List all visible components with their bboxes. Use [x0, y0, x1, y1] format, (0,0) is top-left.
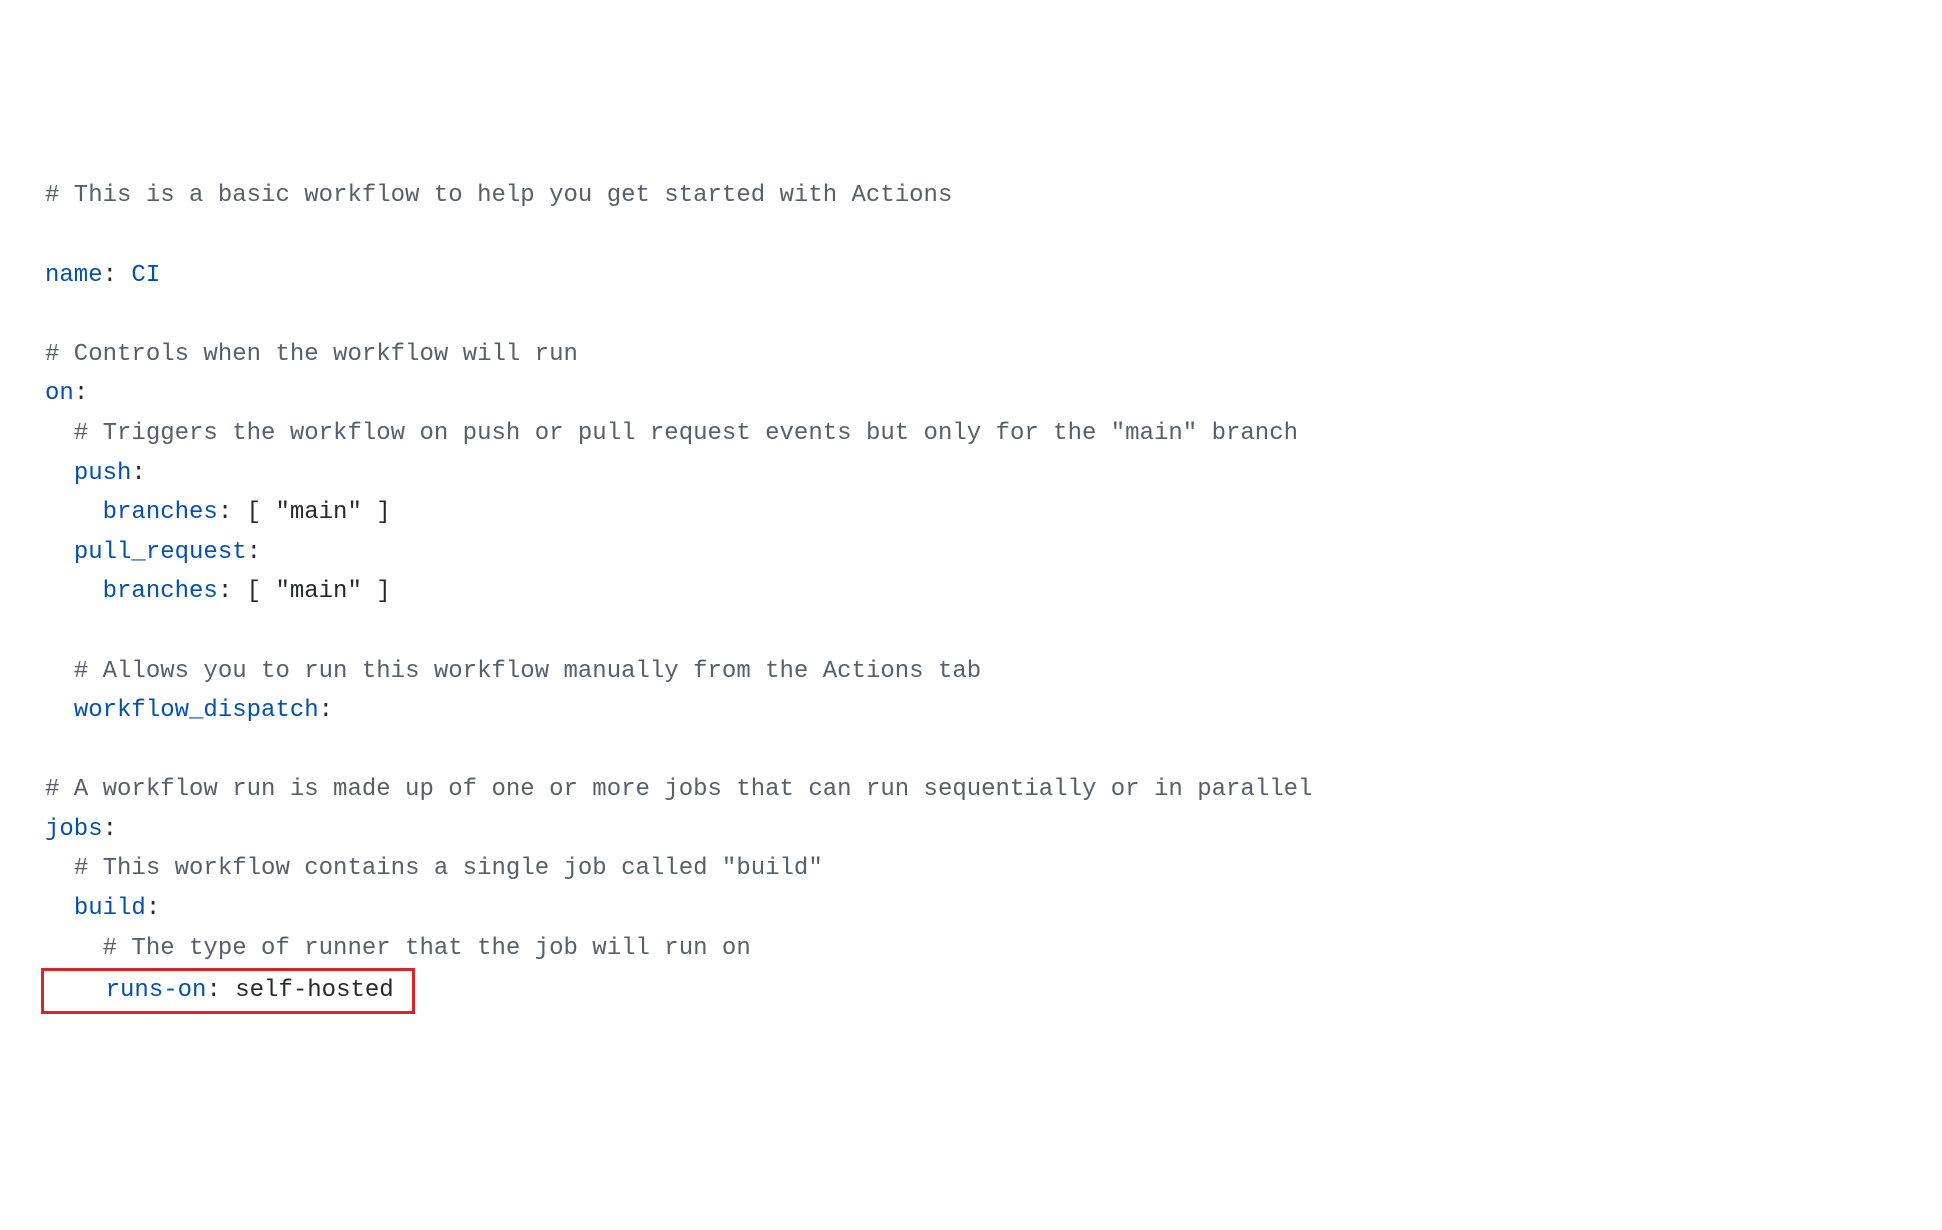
code-value: [ "main" ]: [232, 578, 390, 605]
code-key: workflow_dispatch: [74, 697, 319, 724]
code-key: push: [74, 460, 132, 487]
code-colon: :: [131, 460, 145, 487]
code-colon: :: [103, 262, 117, 289]
code-key: branches: [103, 499, 218, 526]
code-value: [ "main" ]: [232, 499, 390, 526]
code-colon: :: [103, 816, 117, 843]
code-comment: # This is a basic workflow to help you g…: [45, 182, 952, 209]
code-comment: # Triggers the workflow on push or pull …: [74, 420, 1298, 447]
code-colon: :: [218, 578, 232, 605]
highlighted-box: runs-on: self-hosted: [41, 968, 415, 1014]
code-colon: :: [206, 977, 220, 1004]
code-key: name: [45, 262, 103, 289]
code-colon: :: [74, 380, 88, 407]
code-colon: :: [247, 539, 261, 566]
code-value: CI: [117, 262, 160, 289]
code-comment: # The type of runner that the job will r…: [103, 935, 751, 962]
code-colon: :: [218, 499, 232, 526]
code-key: runs-on: [106, 977, 207, 1004]
code-key: pull_request: [74, 539, 247, 566]
code-colon: :: [319, 697, 333, 724]
code-key: jobs: [45, 816, 103, 843]
yaml-code-block: # This is a basic workflow to help you g…: [45, 176, 1897, 1013]
code-comment: # This workflow contains a single job ca…: [74, 855, 823, 882]
code-comment: # Controls when the workflow will run: [45, 341, 578, 368]
code-comment: # Allows you to run this workflow manual…: [74, 658, 981, 685]
code-key: build: [74, 895, 146, 922]
code-comment: # A workflow run is made up of one or mo…: [45, 776, 1312, 803]
code-value: self-hosted: [221, 977, 394, 1004]
code-key: on: [45, 380, 74, 407]
code-colon: :: [146, 895, 160, 922]
code-key: branches: [103, 578, 218, 605]
